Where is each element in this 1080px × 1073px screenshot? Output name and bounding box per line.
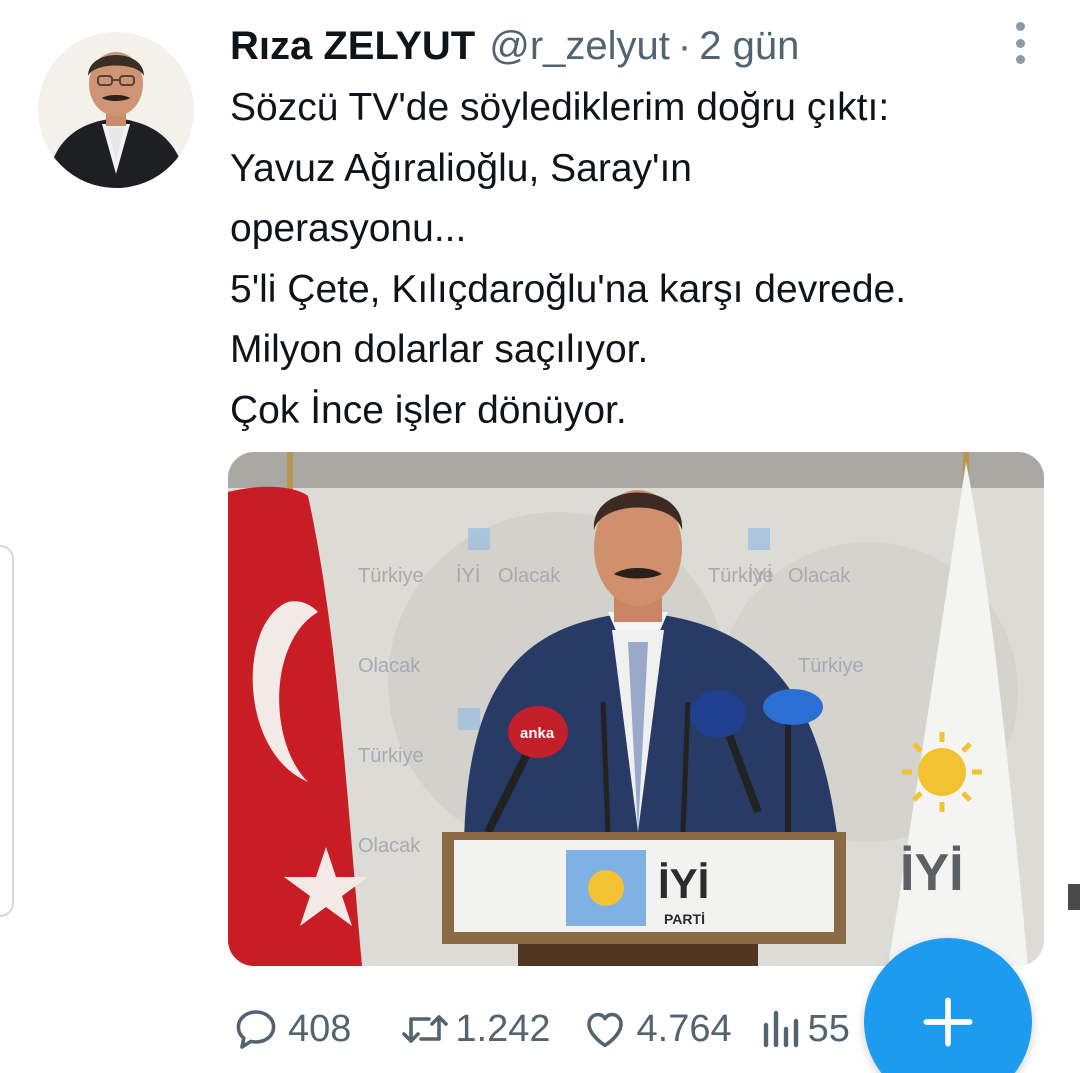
tweet-line: Çok İnce işler dönüyor. <box>230 388 627 432</box>
more-options-icon[interactable] <box>1008 22 1032 64</box>
bar-chart-icon <box>763 1010 798 1048</box>
plus-icon <box>923 997 973 1047</box>
reply-count: 408 <box>288 1007 352 1050</box>
author-name[interactable]: Rıza ZELYUT <box>230 20 475 72</box>
tweet-media-photo[interactable]: Türkiye İYİ Olacak Türkiye İYİ Olacak Ol… <box>228 452 1044 966</box>
backdrop-text-olacak: Olacak <box>498 565 561 587</box>
tweet-header: Rıza ZELYUT @r_zelyut · 2 gün <box>230 20 799 72</box>
like-count: 4.764 <box>636 1007 732 1050</box>
retweet-count: 1.242 <box>455 1007 551 1050</box>
reply-button[interactable]: 408 <box>232 1005 351 1053</box>
separator-dot: · <box>677 24 692 68</box>
backdrop-text-turkiye: Türkiye <box>798 655 864 677</box>
tweet-line: 5'li Çete, Kılıçdaroğlu'na karşı devrede… <box>230 267 907 311</box>
timestamp[interactable]: 2 gün <box>699 20 799 72</box>
scroll-indicator <box>1068 884 1080 910</box>
avatar-image <box>38 32 194 188</box>
tweet-actions: 408 1.242 4.764 55 <box>232 1000 850 1058</box>
retweet-button[interactable]: 1.242 <box>397 1005 551 1053</box>
views-count: 55 <box>807 1007 850 1050</box>
tweet-line: operasyonu... <box>230 207 467 250</box>
author-handle[interactable]: @r_zelyut <box>489 20 670 72</box>
backdrop-text-olacak: Olacak <box>788 565 851 587</box>
backdrop-text-iyi: İYİ <box>748 564 772 587</box>
podium-sub-text: PARTİ <box>664 911 705 927</box>
tweet-line: Yavuz Ağıralioğlu, Saray'ın <box>230 146 692 190</box>
side-panel-edge <box>0 545 14 917</box>
heart-icon <box>586 1012 623 1048</box>
like-button[interactable]: 4.764 <box>581 1005 732 1053</box>
backdrop-text-olacak: Olacak <box>358 835 421 857</box>
flag-logo-text: İYİ <box>900 844 964 902</box>
retweet-arrows-icon <box>402 1015 449 1043</box>
backdrop-text-turkiye: Türkiye <box>358 565 424 587</box>
tweet-line: Sözcü TV'de söylediklerim doğru çıktı: <box>230 86 890 129</box>
press-conference-photo: Türkiye İYİ Olacak Türkiye İYİ Olacak Ol… <box>228 452 1044 966</box>
views-button[interactable]: 55 <box>760 1005 850 1053</box>
mic-label: anka <box>520 725 555 742</box>
avatar[interactable] <box>38 32 194 188</box>
backdrop-text-olacak: Olacak <box>358 655 421 677</box>
tweet-line: Milyon dolarlar saçılıyor. <box>230 328 649 371</box>
backdrop-text-iyi: İYİ <box>456 564 480 587</box>
tweet-text: Sözcü TV'de söylediklerim doğru çıktı: Y… <box>230 78 1050 441</box>
speech-bubble-icon <box>236 1010 276 1049</box>
backdrop-text-turkiye: Türkiye <box>358 745 424 767</box>
podium-logo-text: İYİ <box>658 860 709 907</box>
